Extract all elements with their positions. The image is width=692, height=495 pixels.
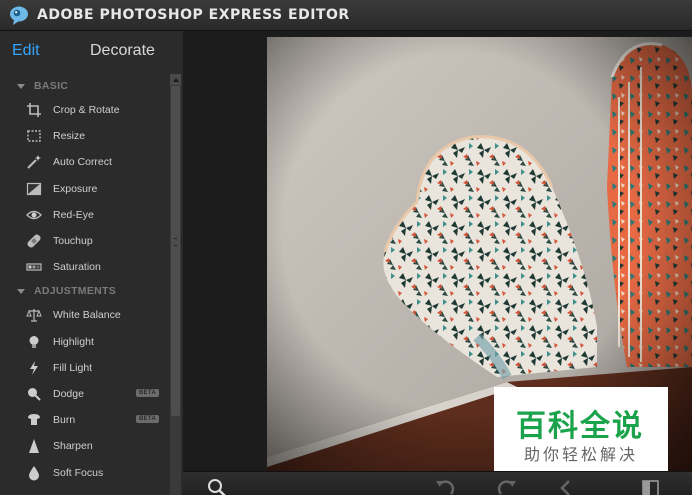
tool-sharpen[interactable]: Sharpen xyxy=(0,433,170,459)
watermark-title: 百科全说 xyxy=(516,409,644,444)
section-title: ADJUSTMENTS xyxy=(34,285,117,298)
lightbulb-icon xyxy=(26,334,42,350)
watermark-subtitle: 助你轻松解决 xyxy=(524,445,639,464)
tool-fill-light[interactable]: Fill Light xyxy=(0,355,170,381)
resize-icon xyxy=(26,128,42,144)
tool-saturation[interactable]: Saturation xyxy=(0,254,170,280)
tool-exposure[interactable]: Exposure xyxy=(0,176,170,202)
tab-edit[interactable]: Edit xyxy=(12,42,40,60)
tool-label: White Balance xyxy=(53,309,121,322)
chevron-down-icon xyxy=(17,83,25,89)
tool-label: Fill Light xyxy=(53,361,93,374)
compare-icon[interactable] xyxy=(641,478,661,495)
redo-icon[interactable] xyxy=(497,478,517,495)
section-header-basic[interactable]: BASIC xyxy=(0,75,170,97)
bottom-toolbar xyxy=(183,471,692,495)
burn-icon xyxy=(26,412,42,428)
undo-icon[interactable] xyxy=(435,478,455,495)
tool-label: Red-Eye xyxy=(53,208,94,221)
tool-highlight[interactable]: Highlight xyxy=(0,329,170,355)
app-title: ADOBE PHOTOSHOP EXPRESS EDITOR xyxy=(37,7,350,23)
chevron-down-icon xyxy=(17,288,25,294)
exposure-icon xyxy=(26,181,42,197)
droplet-icon xyxy=(26,465,42,481)
tool-label: Resize xyxy=(53,130,86,143)
tool-soft-focus[interactable]: Soft Focus xyxy=(0,459,170,485)
tool-label: Dodge xyxy=(53,387,84,400)
tool-burn[interactable]: Burn BETA xyxy=(0,407,170,433)
section-title: BASIC xyxy=(34,80,69,92)
dodge-icon xyxy=(26,386,42,402)
magic-wand-icon xyxy=(26,154,42,170)
scales-icon xyxy=(26,307,42,323)
photoshop-express-eye-icon xyxy=(8,4,30,26)
title-bar: ADOBE PHOTOSHOP EXPRESS EDITOR xyxy=(0,0,692,31)
scroll-up-arrow-icon[interactable] xyxy=(170,74,181,85)
beta-badge: BETA xyxy=(136,415,160,424)
tool-label: Saturation xyxy=(53,261,101,274)
scroll-thumb[interactable] xyxy=(171,86,180,416)
tool-label: Burn xyxy=(53,414,76,427)
tool-list: BASIC Crop & Rotate Resize Auto Correct … xyxy=(0,75,170,486)
tool-label: Auto Correct xyxy=(53,156,112,169)
tool-crop-rotate[interactable]: Crop & Rotate xyxy=(0,97,170,123)
bandage-icon xyxy=(26,233,42,249)
tool-white-balance[interactable]: White Balance xyxy=(0,302,170,328)
scroll-grip-icon xyxy=(174,238,177,246)
tool-resize[interactable]: Resize xyxy=(0,123,170,149)
eye-icon xyxy=(26,207,42,223)
beta-badge: BETA xyxy=(136,388,160,397)
crop-icon xyxy=(26,102,42,118)
tool-label: Touchup xyxy=(53,235,93,248)
tool-red-eye[interactable]: Red-Eye xyxy=(0,202,170,228)
tool-label: Sharpen xyxy=(53,440,93,453)
tool-auto-correct[interactable]: Auto Correct xyxy=(0,149,170,175)
sharpen-icon xyxy=(26,438,42,454)
tool-label: Soft Focus xyxy=(53,466,104,479)
watermark-overlay: 百科全说 助你轻松解决 xyxy=(494,387,668,471)
saturation-icon xyxy=(26,259,42,275)
sidebar-scrollbar[interactable] xyxy=(170,74,181,495)
tab-decorate[interactable]: Decorate xyxy=(90,42,155,60)
section-header-adjustments[interactable]: ADJUSTMENTS xyxy=(0,280,170,302)
tool-label: Highlight xyxy=(53,335,94,348)
tool-label: Crop & Rotate xyxy=(53,104,120,117)
tool-touchup[interactable]: Touchup xyxy=(0,228,170,254)
back-icon[interactable] xyxy=(557,478,577,495)
zoom-icon[interactable] xyxy=(207,478,227,495)
tool-sidebar: Edit Decorate BASIC Crop & Rotate Resize… xyxy=(0,31,183,495)
sidebar-tabs: Edit Decorate xyxy=(0,31,183,71)
lightning-icon xyxy=(26,360,42,376)
tool-dodge[interactable]: Dodge BETA xyxy=(0,381,170,407)
tool-label: Exposure xyxy=(53,182,98,195)
